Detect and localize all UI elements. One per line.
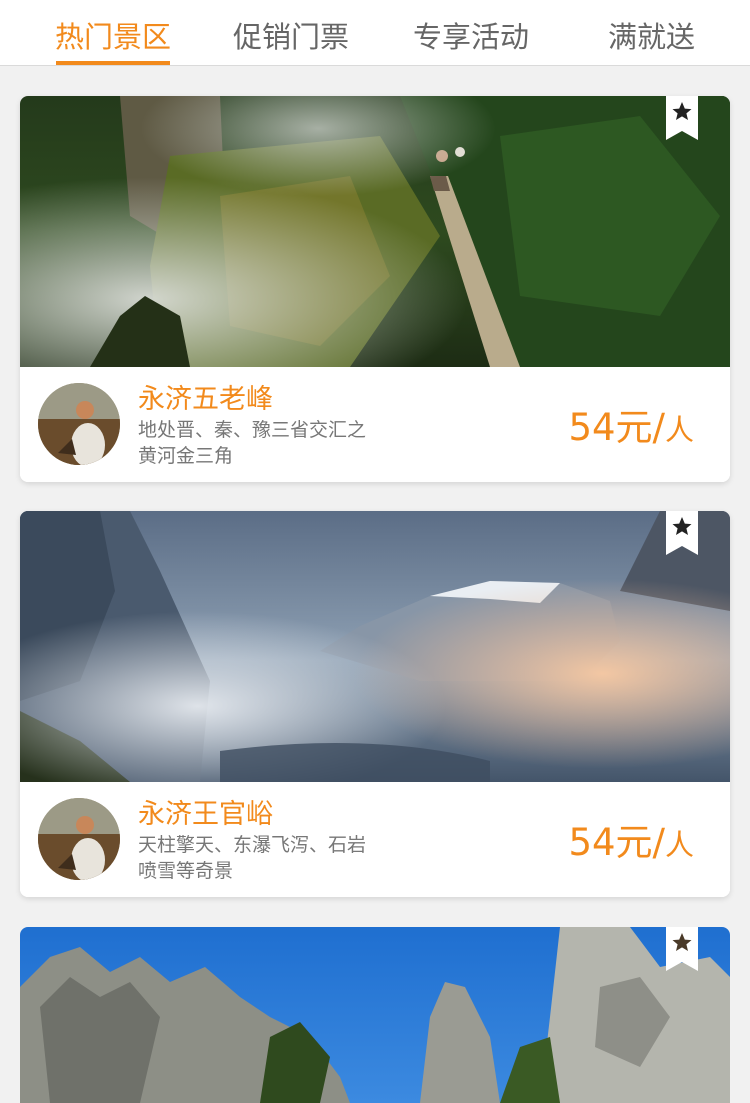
avatar[interactable] xyxy=(38,383,120,465)
avatar[interactable] xyxy=(38,798,120,880)
favorite-button[interactable] xyxy=(666,96,698,140)
price-value: 54元/ xyxy=(568,406,665,449)
favorite-button[interactable] xyxy=(666,927,698,971)
category-tab-bar: 热门景区 促销门票 专享活动 满就送 xyxy=(0,0,750,66)
tab-promo-tickets[interactable]: 促销门票 xyxy=(218,0,364,65)
scenic-photo xyxy=(20,927,730,1103)
scenic-photo xyxy=(20,511,730,782)
star-bookmark-icon xyxy=(666,511,698,555)
scenic-photo xyxy=(20,96,730,367)
tab-gift-offer[interactable]: 满就送 xyxy=(594,0,709,65)
scenic-card[interactable]: 永济五老峰 地处晋、秦、豫三省交汇之黄河金三角 54元/人 xyxy=(20,96,730,482)
price: 54元/人 xyxy=(568,812,694,866)
scenic-card[interactable]: 永济王官峪 天柱擎天、东瀑飞泻、石岩喷雪等奇景 54元/人 xyxy=(20,511,730,897)
scenic-title: 永济五老峰 xyxy=(138,384,273,415)
scenic-title: 永济王官峪 xyxy=(138,799,273,830)
price-unit: 人 xyxy=(664,828,694,862)
star-bookmark-icon xyxy=(666,96,698,140)
card-info: 永济五老峰 地处晋、秦、豫三省交汇之黄河金三角 54元/人 xyxy=(20,367,730,482)
star-bookmark-icon xyxy=(666,927,698,971)
scenic-description: 地处晋、秦、豫三省交汇之黄河金三角 xyxy=(138,419,367,467)
price: 54元/人 xyxy=(568,397,694,451)
card-info: 永济王官峪 天柱擎天、东瀑飞泻、石岩喷雪等奇景 54元/人 xyxy=(20,782,730,897)
price-value: 54元/ xyxy=(568,821,665,864)
active-tab-indicator xyxy=(56,61,170,65)
scenic-description: 天柱擎天、东瀑飞泻、石岩喷雪等奇景 xyxy=(138,834,367,882)
price-unit: 人 xyxy=(664,413,694,447)
scenic-card[interactable] xyxy=(20,927,730,1103)
tab-exclusive-events[interactable]: 专享活动 xyxy=(398,0,544,65)
favorite-button[interactable] xyxy=(666,511,698,555)
tab-hot-scenic[interactable]: 热门景区 xyxy=(40,0,186,65)
